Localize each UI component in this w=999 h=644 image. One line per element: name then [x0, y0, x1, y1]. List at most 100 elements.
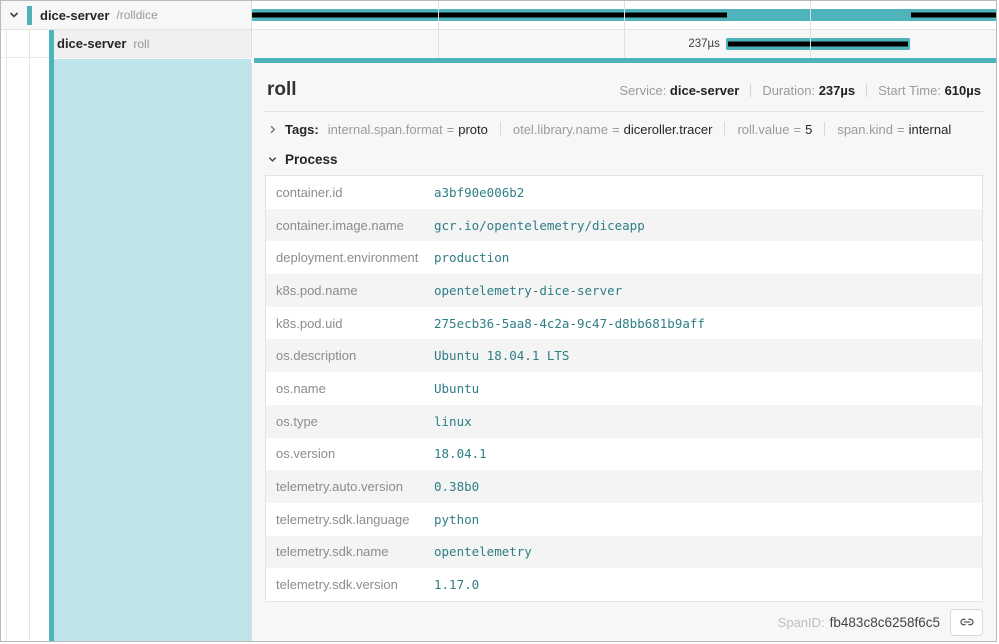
- trace-timeline: 237µs: [251, 1, 996, 58]
- tag-equals: =: [790, 122, 806, 137]
- span-row-roll[interactable]: dice-server roll: [1, 30, 251, 58]
- service-color-bar: [27, 6, 32, 25]
- process-key: os.version: [266, 446, 434, 461]
- process-label: Process: [285, 152, 338, 167]
- tag-equals: =: [608, 122, 624, 137]
- tag-value: 5: [805, 122, 812, 137]
- copy-span-link-button[interactable]: [950, 609, 983, 636]
- process-table-row: k8s.pod.uid275ecb36-5aa8-4c2a-9c47-d8bb6…: [266, 307, 982, 340]
- meta-value: dice-server: [670, 83, 739, 98]
- spanid-value: fb483c8c6258f6c5: [830, 615, 940, 630]
- process-table-row: os.version18.04.1: [266, 438, 982, 471]
- process-value: 18.04.1: [434, 446, 487, 461]
- process-key-value-table: container.ida3bf90e006b2container.image.…: [265, 175, 983, 602]
- operation-name: /rolldice: [116, 8, 157, 22]
- process-key: os.description: [266, 348, 434, 363]
- meta-separator: [866, 84, 867, 97]
- process-key: telemetry.auto.version: [266, 479, 434, 494]
- process-table-row: container.image.namegcr.io/opentelemetry…: [266, 209, 982, 242]
- tags-label: Tags:: [285, 122, 319, 137]
- meta-value: 610µs: [945, 83, 981, 98]
- tag-item: internal.span.format=proto: [328, 122, 488, 137]
- process-key: k8s.pod.name: [266, 283, 434, 298]
- span-duration-bar[interactable]: [726, 38, 910, 50]
- operation-name: roll: [133, 37, 149, 51]
- process-key: deployment.environment: [266, 250, 434, 265]
- process-key: telemetry.sdk.version: [266, 577, 434, 592]
- tag-key: span.kind: [837, 122, 893, 137]
- critical-path-segment: [728, 42, 908, 47]
- tag-value: diceroller.tracer: [624, 122, 713, 137]
- critical-path-segment: [252, 13, 727, 18]
- tree-indent-guide: [6, 30, 7, 641]
- span-duration-label: 237µs: [688, 30, 720, 58]
- process-table-row: telemetry.sdk.nameopentelemetry: [266, 536, 982, 569]
- link-icon: [959, 614, 975, 630]
- selected-span-highlight-region: [54, 59, 251, 641]
- process-key: telemetry.sdk.name: [266, 544, 434, 559]
- process-value: a3bf90e006b2: [434, 185, 524, 200]
- process-table-row: k8s.pod.nameopentelemetry-dice-server: [266, 274, 982, 307]
- tag-key: internal.span.format: [328, 122, 443, 137]
- chevron-right-icon: [267, 124, 278, 135]
- span-detail-panel: roll Service: dice-serverDuration: 237µs…: [251, 63, 996, 641]
- service-name: dice-server: [40, 8, 109, 23]
- process-table-row: os.descriptionUbuntu 18.04.1 LTS: [266, 339, 982, 372]
- tag-separator: [724, 122, 725, 136]
- process-value: linux: [434, 414, 472, 429]
- tag-equals: =: [893, 122, 909, 137]
- process-value: python: [434, 512, 479, 527]
- process-value: gcr.io/opentelemetry/diceapp: [434, 218, 645, 233]
- process-key: k8s.pod.uid: [266, 316, 434, 331]
- span-row-content: dice-server roll: [1, 30, 251, 57]
- tag-separator: [500, 122, 501, 136]
- tree-indent-guide: [29, 30, 30, 641]
- timeline-gridline: [810, 1, 811, 58]
- collapse-toggle-button[interactable]: [8, 9, 20, 21]
- tags-list: internal.span.format=proto otel.library.n…: [328, 122, 952, 137]
- critical-path-segment: [911, 13, 996, 18]
- span-row-rolldice[interactable]: dice-server /rolldice: [1, 1, 251, 30]
- process-table-row: container.ida3bf90e006b2: [266, 176, 982, 209]
- meta-value: 237µs: [819, 83, 855, 98]
- meta-item: Start Time: 610µs: [878, 83, 981, 98]
- meta-separator: [750, 84, 751, 97]
- tag-item: otel.library.name=diceroller.tracer: [513, 122, 713, 137]
- timeline-gridline: [624, 1, 625, 58]
- tags-section-header[interactable]: Tags: internal.span.format=proto otel.lib…: [265, 122, 983, 137]
- jaeger-span-detail-view: dice-server /rolldice dice-server roll 2…: [0, 0, 997, 642]
- process-section-header[interactable]: Process: [265, 152, 983, 167]
- span-row-content: dice-server /rolldice: [1, 1, 251, 29]
- process-table-row: telemetry.sdk.version1.17.0: [266, 568, 982, 601]
- process-table-row: deployment.environmentproduction: [266, 241, 982, 274]
- tag-value: internal: [909, 122, 952, 137]
- process-table-row: os.typelinux: [266, 405, 982, 438]
- process-value: Ubuntu 18.04.1 LTS: [434, 348, 569, 363]
- process-value: opentelemetry: [434, 544, 532, 559]
- tag-separator: [824, 122, 825, 136]
- meta-label: Duration:: [762, 83, 818, 98]
- process-table-row: telemetry.sdk.languagepython: [266, 503, 982, 536]
- process-key: container.id: [266, 185, 434, 200]
- process-value: 0.38b0: [434, 479, 479, 494]
- meta-item: Duration: 237µs: [762, 83, 855, 98]
- process-value: 1.17.0: [434, 577, 479, 592]
- timeline-gridline: [438, 1, 439, 58]
- tag-equals: =: [443, 122, 459, 137]
- span-name-column: dice-server /rolldice dice-server roll: [1, 1, 251, 641]
- process-table-row: telemetry.auto.version0.38b0: [266, 470, 982, 503]
- process-value: Ubuntu: [434, 381, 479, 396]
- process-key: os.type: [266, 414, 434, 429]
- spanid-label: SpanID:: [778, 615, 825, 630]
- process-key: os.name: [266, 381, 434, 396]
- process-key: container.image.name: [266, 218, 434, 233]
- span-detail-footer: SpanID: fb483c8c6258f6c5: [265, 609, 983, 636]
- process-value: production: [434, 250, 509, 265]
- chevron-down-icon: [267, 154, 278, 165]
- tag-item: roll.value=5: [737, 122, 812, 137]
- span-meta: Service: dice-serverDuration: 237µsStart…: [619, 83, 981, 98]
- process-key: telemetry.sdk.language: [266, 512, 434, 527]
- tag-item: span.kind=internal: [837, 122, 951, 137]
- chevron-down-icon: [8, 9, 20, 21]
- span-detail-header: roll Service: dice-serverDuration: 237µs…: [265, 63, 983, 112]
